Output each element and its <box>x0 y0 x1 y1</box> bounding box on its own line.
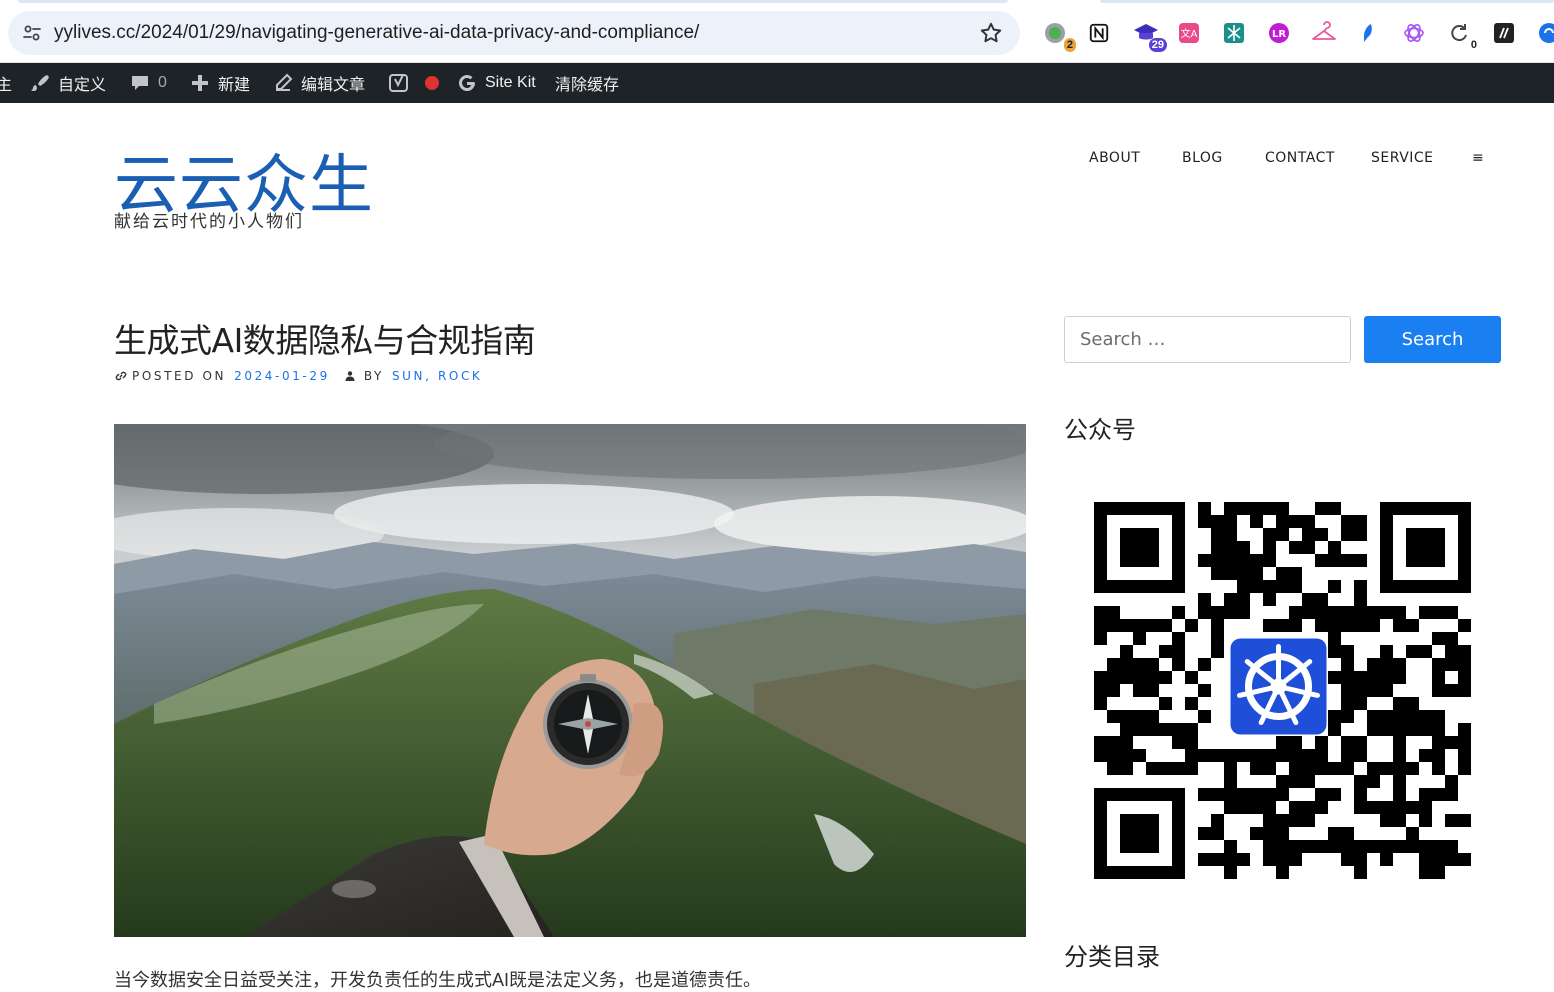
ext-blue-partial-icon[interactable] <box>1536 20 1554 46</box>
search-button[interactable]: Search <box>1364 316 1501 363</box>
post-date-link[interactable]: 2024-01-29 <box>234 369 330 383</box>
browser-toolbar: yylives.cc/2024/01/29/navigating-generat… <box>0 0 1554 63</box>
ext-blue-feather-icon[interactable] <box>1356 20 1382 46</box>
google-g-icon <box>459 75 475 92</box>
pencil-icon <box>276 73 293 91</box>
seo-status-dot-icon <box>425 76 439 90</box>
extension-badge: 29 <box>1148 38 1167 52</box>
ext-dark-icon[interactable] <box>1491 20 1517 46</box>
wechat-qr-code <box>1094 502 1471 881</box>
post-title: 生成式AI数据隐私与合规指南 <box>114 321 536 360</box>
edit-post-link[interactable]: 编辑文章 <box>273 63 365 103</box>
clear-cache-link[interactable]: 清除缓存 <box>555 63 619 103</box>
site-kit-link[interactable]: Site Kit <box>457 63 536 103</box>
wp-admin-bar: 主 自定义 0 新建 编辑文章 Site Kit 清除缓存 <box>0 63 1554 103</box>
yoast-seo-menu[interactable] <box>388 63 448 103</box>
extension-badge: 0 <box>1467 38 1480 52</box>
extension-badge: 2 <box>1063 38 1076 52</box>
nav-menu-toggle[interactable]: ≡ <box>1472 150 1484 166</box>
new-label: 新建 <box>218 77 251 94</box>
translate-icon[interactable]: 文A <box>1176 20 1202 46</box>
bookmark-star-icon[interactable] <box>978 20 1004 46</box>
notion-icon[interactable] <box>1086 20 1112 46</box>
address-bar[interactable]: yylives.cc/2024/01/29/navigating-generat… <box>8 11 1020 55</box>
site-description: 献给云时代的小人物们 <box>114 212 304 231</box>
posted-on-label: POSTED ON <box>132 369 227 383</box>
yoast-icon <box>389 74 408 92</box>
link-chain-icon <box>115 371 127 381</box>
admin-bar-partial-label: 主 <box>0 77 13 94</box>
clear-cache-label: 清除缓存 <box>555 77 620 94</box>
nav-item-blog[interactable]: BLOG <box>1182 150 1223 166</box>
post-excerpt: 当今数据安全日益受关注，开发负责任的生成式AI既是法定义务，也是道德责任。 <box>114 970 762 990</box>
comments-count: 0 <box>158 74 167 91</box>
nav-item-service[interactable]: SERVICE <box>1371 150 1434 166</box>
graduation-cap-icon[interactable]: 29 <box>1133 20 1167 52</box>
refresh-ext-icon[interactable]: 0 <box>1446 20 1480 52</box>
nav-item-about[interactable]: ABOUT <box>1089 150 1140 166</box>
post-meta: POSTED ON 2024-01-29 BY SUN, ROCK <box>114 368 482 384</box>
plus-icon <box>192 75 208 91</box>
widget-title-wechat: 公众号 <box>1064 416 1136 444</box>
widget-title-categories: 分类目录 <box>1064 943 1160 971</box>
new-content-link[interactable]: 新建 <box>190 63 250 103</box>
ext-purple-circle-icon[interactable]: LR <box>1266 20 1292 46</box>
comments-link[interactable]: 0 <box>130 63 167 103</box>
edit-post-label: 编辑文章 <box>301 77 366 94</box>
post-author-link[interactable]: SUN, ROCK <box>392 369 482 383</box>
paintbrush-icon <box>31 75 49 92</box>
search-input[interactable] <box>1064 316 1351 363</box>
admin-bar-partial-item[interactable]: 主 <box>0 63 12 103</box>
site-info-icon[interactable] <box>20 21 44 45</box>
ext-teal-icon[interactable] <box>1221 20 1247 46</box>
svg-text:LR: LR <box>1272 29 1286 40</box>
hanger-icon[interactable] <box>1311 20 1337 46</box>
customize-link[interactable]: 自定义 <box>30 63 106 103</box>
featured-image <box>114 424 1026 937</box>
site-kit-label: Site Kit <box>485 74 536 91</box>
nav-item-contact[interactable]: CONTACT <box>1265 150 1335 166</box>
tab-strip-edge <box>0 0 1554 5</box>
customize-label: 自定义 <box>58 77 107 94</box>
ext-green-circle-icon[interactable]: 2 <box>1042 20 1076 52</box>
openai-icon[interactable] <box>1401 20 1427 46</box>
url-text[interactable]: yylives.cc/2024/01/29/navigating-generat… <box>54 22 699 44</box>
comment-bubble-icon <box>132 76 148 90</box>
by-label: BY <box>363 369 384 383</box>
author-icon <box>345 371 355 381</box>
svg-text:文A: 文A <box>1181 27 1198 40</box>
